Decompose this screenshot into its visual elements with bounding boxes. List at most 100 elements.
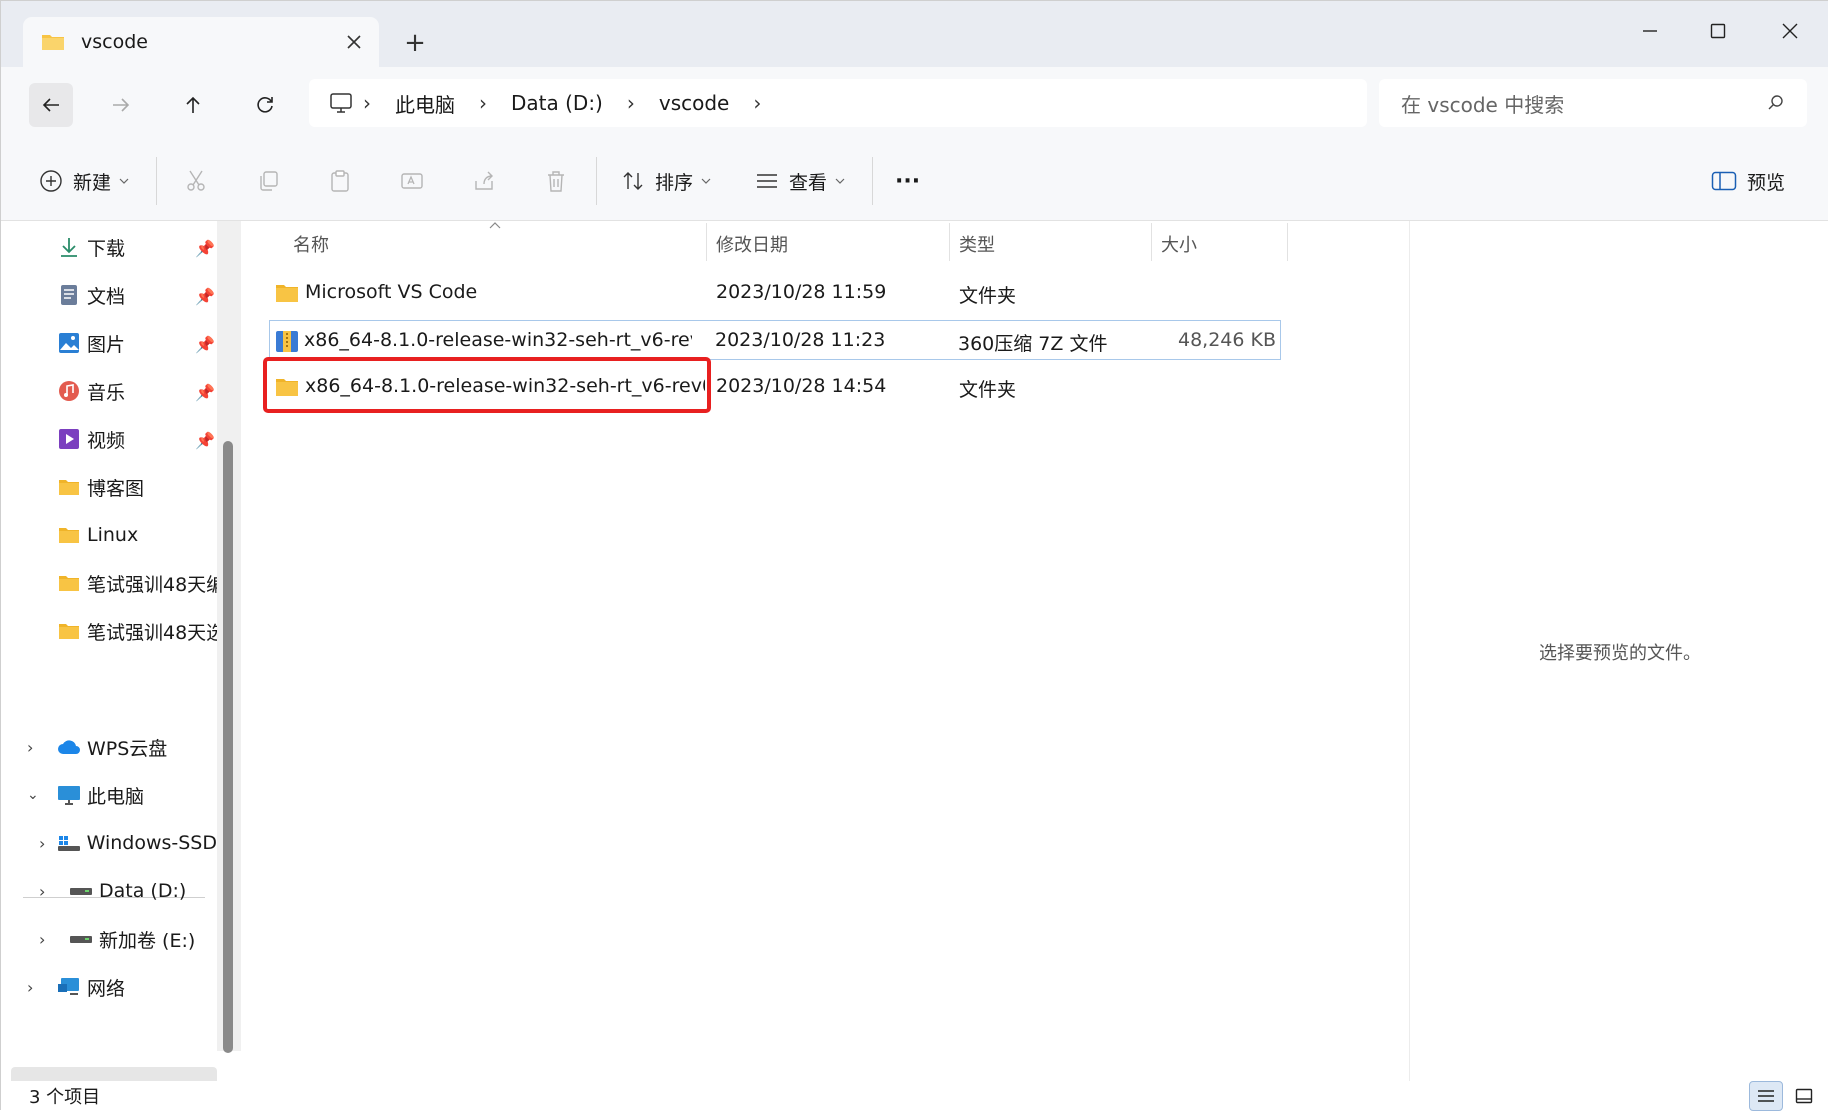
- view-button[interactable]: 查看: [755, 161, 855, 201]
- drive-icon: [69, 879, 93, 903]
- column-divider[interactable]: [1151, 223, 1152, 261]
- breadcrumb-vscode[interactable]: vscode: [659, 91, 730, 115]
- preview-pane-icon: [1711, 171, 1737, 191]
- up-button[interactable]: [173, 85, 213, 125]
- rename-icon: [401, 173, 423, 189]
- copy-icon: [260, 171, 278, 191]
- nav-item-new-volume-e[interactable]: › 新加卷 (E:): [39, 917, 217, 961]
- details-view-button[interactable]: [1749, 1081, 1783, 1111]
- navigation-pane: 下载 文档 图片 音乐 视频 博客图 Linux 笔试强训48天编 笔试强训48…: [1, 221, 241, 1081]
- search-icon: [1768, 95, 1783, 110]
- sort-button[interactable]: 排序: [621, 161, 721, 201]
- folder-icon: [57, 571, 81, 595]
- address-bar[interactable]: › 此电脑 › Data (D:) › vscode ›: [309, 79, 1367, 127]
- pin-icon[interactable]: 📌: [195, 383, 215, 402]
- pin-icon[interactable]: 📌: [195, 239, 215, 258]
- view-list-icon: [757, 174, 777, 188]
- minimize-button[interactable]: [1625, 13, 1675, 49]
- preview-label: 预览: [1747, 171, 1786, 194]
- chevron-right-icon[interactable]: ›: [627, 91, 635, 115]
- file-type: 360压缩 7Z 文件: [958, 333, 1108, 355]
- nav-item-blog-images[interactable]: 博客图: [57, 465, 241, 509]
- tiles-view-button[interactable]: [1787, 1081, 1821, 1111]
- cut-button[interactable]: [182, 167, 210, 195]
- nav-item-label: 此电脑: [87, 785, 145, 808]
- nav-item-data-d[interactable]: › Data (D:): [39, 869, 217, 913]
- table-row[interactable]: x86_64-8.1.0-release-win32-seh-rt_v6-rev…: [269, 320, 1281, 360]
- table-row[interactable]: Microsoft VS Code 2023/10/28 11:59 文件夹: [269, 273, 1281, 313]
- status-bar: 3 个项目: [1, 1081, 1828, 1111]
- paste-button[interactable]: [326, 167, 354, 195]
- nav-item-network[interactable]: › 网络: [27, 965, 217, 1009]
- pin-icon[interactable]: 📌: [195, 287, 215, 306]
- tab-vscode[interactable]: vscode: [23, 17, 379, 67]
- preview-pane-button[interactable]: 预览: [1711, 161, 1785, 201]
- folder-icon: [57, 523, 81, 547]
- nav-scrollbar-thumb[interactable]: [223, 441, 233, 1053]
- refresh-button[interactable]: [245, 85, 285, 125]
- column-header-size[interactable]: 大小: [1161, 231, 1197, 257]
- chevron-right-icon[interactable]: ›: [27, 978, 57, 997]
- network-icon: [57, 975, 81, 999]
- nav-item-this-pc[interactable]: ⌄ 此电脑: [27, 773, 217, 817]
- pin-icon[interactable]: 📌: [195, 335, 215, 354]
- pin-icon[interactable]: 📌: [195, 431, 215, 450]
- file-size: 48,246 KB: [1177, 329, 1276, 351]
- nav-item-label: 下载: [87, 237, 126, 260]
- column-divider[interactable]: [949, 223, 950, 261]
- breadcrumb-this-pc[interactable]: 此电脑: [395, 89, 455, 118]
- forward-button[interactable]: [101, 85, 141, 125]
- nav-item-linux[interactable]: Linux: [57, 513, 241, 557]
- nav-item-label: 笔试强训48天编: [87, 573, 226, 596]
- new-tab-button[interactable]: +: [399, 27, 431, 59]
- new-button[interactable]: 新建: [39, 161, 139, 201]
- sort-ascending-icon: [489, 222, 501, 229]
- nav-item-label: 音乐: [87, 381, 126, 404]
- column-header-type[interactable]: 类型: [959, 231, 995, 257]
- pin-column: [1, 225, 25, 269]
- nav-item-windows-ssd[interactable]: › Windows-SSD: [39, 821, 217, 865]
- share-button[interactable]: [470, 167, 498, 195]
- chevron-right-icon[interactable]: ›: [479, 91, 487, 115]
- item-count: 3 个项目: [29, 1087, 101, 1108]
- chevron-right-icon[interactable]: ›: [39, 834, 57, 853]
- search-box[interactable]: 在 vscode 中搜索: [1379, 79, 1807, 127]
- archive-icon: [274, 328, 300, 359]
- nav-item-exam-1[interactable]: 笔试强训48天编: [57, 561, 241, 605]
- arrow-up-icon: [186, 96, 200, 113]
- chevron-right-icon[interactable]: ›: [753, 91, 761, 115]
- breadcrumb-data-d[interactable]: Data (D:): [511, 91, 603, 115]
- nav-item-wps-cloud[interactable]: › WPS云盘: [27, 725, 217, 769]
- column-divider[interactable]: [1287, 223, 1288, 261]
- search-input[interactable]: 在 vscode 中搜索: [1401, 89, 1564, 118]
- chevron-right-icon[interactable]: ›: [39, 930, 69, 949]
- clipboard-icon: [331, 170, 349, 192]
- navigation-bar: › 此电脑 › Data (D:) › vscode › 在 vscode 中搜…: [1, 67, 1828, 139]
- preview-message: 选择要预览的文件。: [1539, 643, 1701, 664]
- more-button[interactable]: ···: [895, 161, 920, 201]
- nav-item-label: 图片: [87, 333, 126, 356]
- column-header-name[interactable]: 名称: [293, 231, 329, 257]
- computer-icon: [330, 93, 352, 113]
- close-tab-icon[interactable]: [347, 35, 361, 49]
- nav-item-exam-2[interactable]: 笔试强训48天选: [57, 609, 241, 653]
- computer-icon: [57, 783, 81, 807]
- chevron-right-icon[interactable]: ›: [27, 738, 57, 757]
- nav-item-label: 文档: [87, 285, 126, 308]
- delete-button[interactable]: [542, 167, 570, 195]
- rename-button[interactable]: [398, 167, 426, 195]
- close-icon: [1782, 23, 1798, 39]
- details-view-icon: [1758, 1090, 1774, 1102]
- file-type: 文件夹: [959, 285, 1017, 307]
- picture-icon: [57, 331, 81, 355]
- chevron-right-icon[interactable]: ›: [39, 882, 69, 901]
- copy-button[interactable]: [254, 167, 282, 195]
- chevron-down-icon[interactable]: ⌄: [27, 787, 57, 803]
- close-window-button[interactable]: [1765, 13, 1815, 49]
- file-type: 文件夹: [959, 379, 1017, 401]
- back-button[interactable]: [29, 83, 73, 127]
- maximize-button[interactable]: [1693, 13, 1743, 49]
- column-divider[interactable]: [706, 223, 707, 261]
- column-header-date[interactable]: 修改日期: [716, 231, 788, 257]
- toolbar-separator: [872, 157, 873, 205]
